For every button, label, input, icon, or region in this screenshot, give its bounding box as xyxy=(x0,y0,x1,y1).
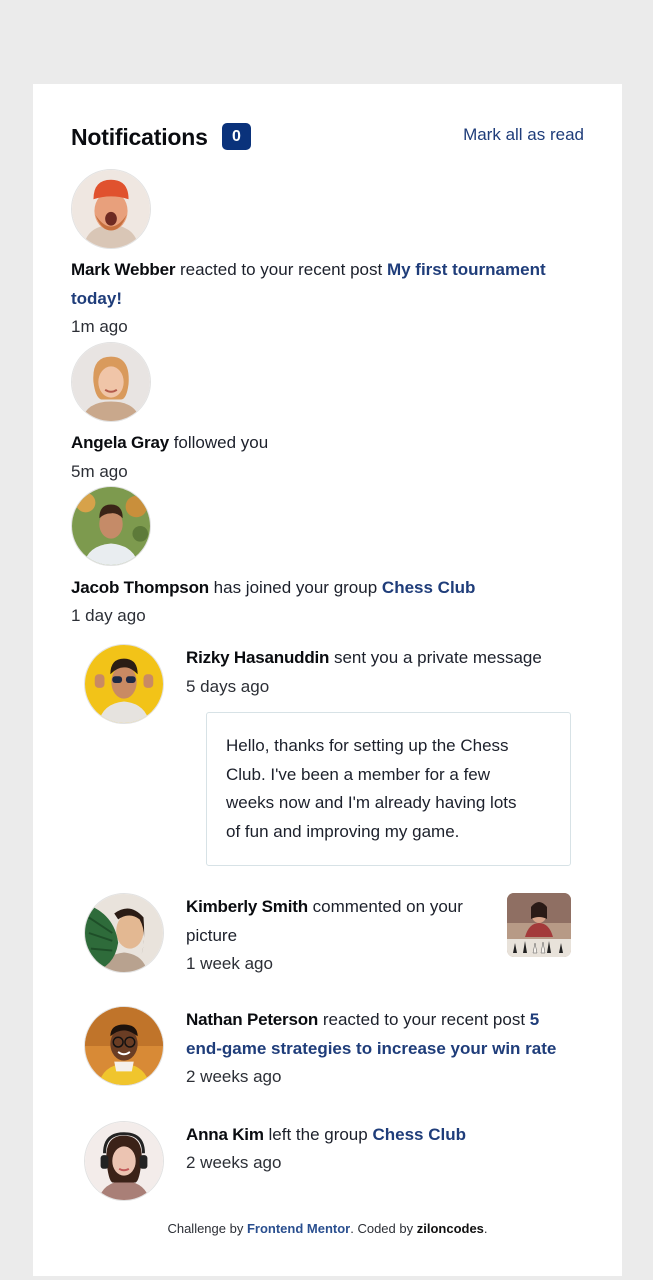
footer-suffix: . xyxy=(483,1221,488,1236)
user-name[interactable]: Angela Gray xyxy=(71,433,169,452)
nathan-peterson-avatar[interactable] xyxy=(84,1006,164,1086)
notification-text: Jacob Thompson has joined your group Che… xyxy=(71,574,584,603)
notification-text: Rizky Hasanuddin sent you a private mess… xyxy=(186,644,586,673)
notification-text: Nathan Peterson reacted to your recent p… xyxy=(186,1006,586,1063)
frontend-mentor-link[interactable]: Frontend Mentor xyxy=(247,1221,350,1236)
post-link[interactable]: My first tournament xyxy=(387,260,546,279)
message-line: Club. I've been a member for a few xyxy=(226,764,491,784)
private-message[interactable]: Hello, thanks for setting up the Chess C… xyxy=(206,712,571,866)
user-name[interactable]: Nathan Peterson xyxy=(186,1010,318,1029)
group-link[interactable]: Chess Club xyxy=(382,578,476,597)
notification-time: 2 weeks ago xyxy=(186,1067,282,1086)
notification-text: Angela Gray followed you xyxy=(71,429,584,458)
notification-action: reacted to your recent post xyxy=(322,1010,526,1029)
notification-action: commented on your xyxy=(312,897,463,916)
author-name: ziloncodes xyxy=(416,1221,484,1236)
notification-time: 5 days ago xyxy=(186,677,270,696)
unread-count-badge: 0 xyxy=(222,123,251,150)
message-line: Hello, thanks for setting up the Chess xyxy=(226,736,509,755)
footer-prefix: Challenge by xyxy=(167,1221,244,1236)
user-name[interactable]: Rizky Hasanuddin xyxy=(186,648,329,667)
footer-middle: . Coded by xyxy=(350,1221,414,1236)
notification-text: Anna Kim left the group Chess Club xyxy=(186,1121,586,1150)
rizky-hasanuddin-avatar[interactable] xyxy=(84,644,164,724)
notification-text: Kimberly Smith commented on your picture xyxy=(186,893,491,950)
message-line: of fun and improving my game. xyxy=(226,821,460,841)
notification-time: 1 week ago xyxy=(186,954,273,973)
notification-action: followed you xyxy=(173,433,269,452)
notifications-card: Notifications 0 Mark all as read Mark We… xyxy=(33,84,622,1276)
notification-action: sent you a private message xyxy=(333,648,542,667)
notification-time: 2 weeks ago xyxy=(186,1153,282,1172)
post-link-continued[interactable]: today! xyxy=(71,289,122,308)
post-link[interactable]: 5 xyxy=(530,1010,539,1029)
post-link-continued[interactable]: end-game strategies to increase your win… xyxy=(186,1039,556,1058)
attribution-footer: Challenge by Frontend Mentor. Coded by z… xyxy=(33,1221,622,1236)
notification-time: 5m ago xyxy=(71,462,128,481)
page-title: Notifications xyxy=(71,124,208,150)
chess-picture-thumbnail[interactable] xyxy=(507,893,571,957)
user-name[interactable]: Jacob Thompson xyxy=(71,578,209,597)
anna-kim-avatar[interactable] xyxy=(84,1121,164,1201)
user-name[interactable]: Anna Kim xyxy=(186,1125,264,1144)
notification-action: left the group xyxy=(268,1125,368,1144)
kimberly-smith-avatar[interactable] xyxy=(84,893,164,973)
jacob-thompson-avatar[interactable] xyxy=(71,486,151,566)
notification-action: reacted to your recent post xyxy=(179,260,383,279)
notification-time: 1m ago xyxy=(71,317,128,336)
user-name[interactable]: Kimberly Smith xyxy=(186,897,308,916)
notification-text: Mark Webber reacted to your recent post … xyxy=(71,256,584,313)
header: Notifications 0 Mark all as read xyxy=(71,122,584,154)
mark-webber-avatar[interactable] xyxy=(71,169,151,249)
mark-all-read-button[interactable]: Mark all as read xyxy=(463,125,584,145)
angela-gray-avatar[interactable] xyxy=(71,342,151,422)
user-name[interactable]: Mark Webber xyxy=(71,260,175,279)
group-link[interactable]: Chess Club xyxy=(372,1125,466,1144)
notification-action: has joined your group xyxy=(213,578,378,597)
notification-time: 1 day ago xyxy=(71,606,146,625)
notification-action-continued: picture xyxy=(186,925,238,945)
message-line: weeks now and I'm already having lots xyxy=(226,793,517,812)
